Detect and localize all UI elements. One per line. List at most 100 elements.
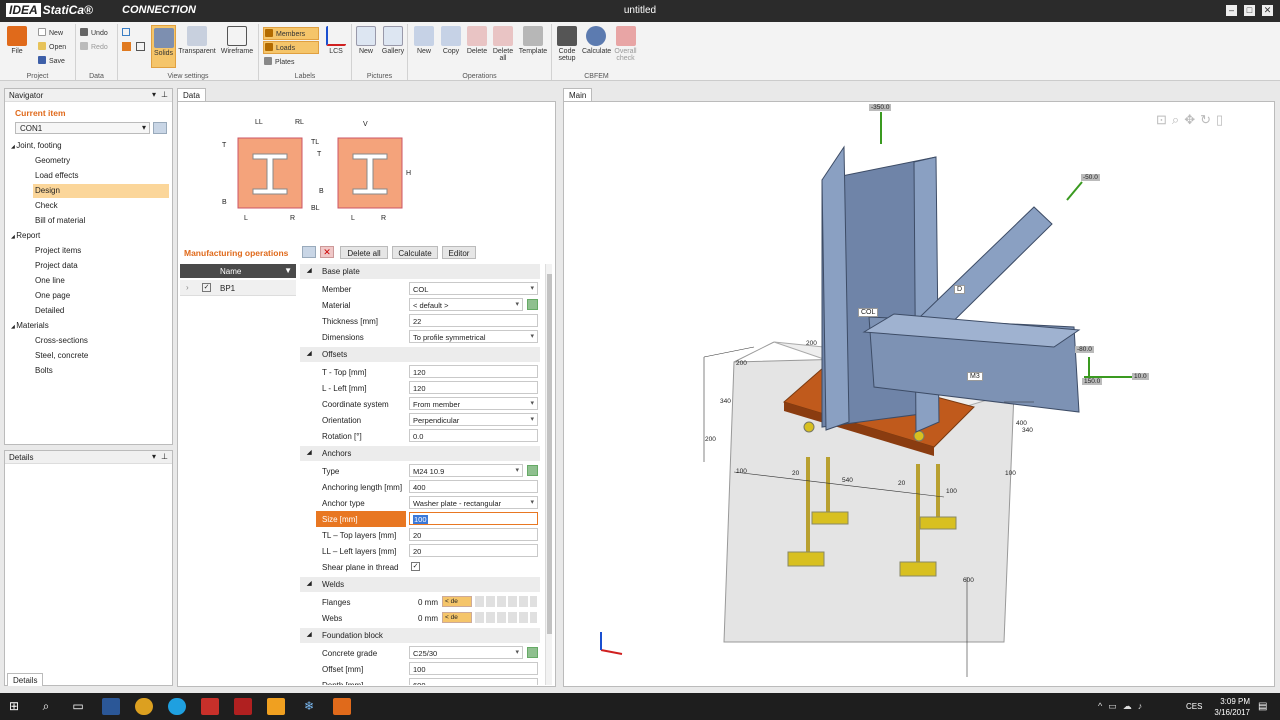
app-icon-pdf[interactable] [234, 698, 252, 715]
tab-data[interactable]: Data [177, 88, 206, 101]
wireframe-button[interactable]: Wireframe [218, 26, 256, 55]
property-value[interactable]: 600 [409, 678, 538, 685]
search-icon[interactable]: ⌕ [37, 698, 55, 715]
nav-group[interactable]: ◢ Report [11, 231, 40, 240]
gallery-button[interactable]: Gallery [380, 26, 406, 55]
new-operation-button[interactable]: New [411, 26, 437, 55]
windows-start-icon[interactable]: ⊞ [5, 698, 23, 715]
new-picture-button[interactable]: New [354, 26, 378, 55]
calculate-operations-button[interactable]: Calculate [392, 246, 438, 259]
edit-material-button[interactable] [527, 647, 538, 658]
redo-button[interactable]: Redo [80, 42, 108, 51]
sidebar-item-bolts[interactable]: Bolts [33, 364, 169, 378]
new-project-button[interactable]: New [38, 28, 63, 37]
section-welds[interactable]: ◢ Welds [300, 577, 540, 592]
sidebar-item-project-data[interactable]: Project data [33, 259, 169, 273]
undo-button[interactable]: Undo [80, 28, 108, 37]
close-button[interactable]: ✕ [1262, 5, 1273, 16]
transparent-button[interactable]: Transparent [178, 26, 216, 55]
render-icon[interactable] [122, 42, 131, 51]
editor-button[interactable]: Editor [442, 246, 476, 259]
collapse-icon[interactable]: ◢ [307, 580, 312, 587]
delete-all-operations-button[interactable]: Delete all [340, 246, 388, 259]
filter-icon[interactable]: ▼ [284, 266, 292, 275]
sidebar-item-cross-sections[interactable]: Cross-sections [33, 334, 169, 348]
property-value[interactable]: 20 [409, 544, 538, 557]
property-value[interactable]: 120 [409, 381, 538, 394]
section-base-plate[interactable]: ◢ Base plate [300, 264, 540, 279]
scrollbar-thumb[interactable] [547, 274, 552, 634]
language-indicator[interactable]: CES [1186, 702, 1202, 711]
tray-icons[interactable]: ^▭☁♪ [1098, 701, 1148, 712]
open-button[interactable]: Open [38, 42, 66, 51]
property-value[interactable]: 120 [409, 365, 538, 378]
chevron-down-icon[interactable]: ▾ [152, 90, 156, 99]
section-foundation[interactable]: ◢ Foundation block [300, 628, 540, 643]
code-setup-button[interactable]: Code setup [554, 26, 580, 62]
idea-statica-icon[interactable] [333, 698, 351, 715]
weld-options-icon[interactable] [475, 596, 537, 607]
table-row[interactable]: › ✓ BP1 [180, 280, 296, 296]
property-value[interactable]: 100 [409, 512, 538, 525]
sidebar-item-steel-concrete[interactable]: Steel, concrete [33, 349, 169, 363]
copy-operation-button[interactable]: Copy [438, 26, 464, 55]
member-label-m3[interactable]: M3 [967, 372, 983, 381]
weld-size[interactable]: 0 mm [418, 614, 438, 623]
calculate-button[interactable]: Calculate [582, 26, 611, 55]
delete-operation-button[interactable]: Delete [464, 26, 490, 55]
app-icon-snowflake[interactable]: ❄ [300, 698, 318, 715]
chevron-down-icon[interactable]: ▾ [152, 452, 156, 461]
weld-size[interactable]: 0 mm [418, 598, 438, 607]
property-value[interactable]: To profile symmetrical [409, 330, 538, 343]
add-operation-button[interactable] [302, 246, 316, 258]
add-item-button[interactable] [153, 122, 167, 134]
task-view-icon[interactable]: ▭ [69, 698, 87, 715]
property-value[interactable]: COL [409, 282, 538, 295]
member-label-col[interactable]: COL [858, 308, 879, 317]
property-value[interactable]: Perpendicular [409, 413, 538, 426]
clock-date[interactable]: 3/16/2017 [1206, 708, 1250, 717]
box-icon[interactable] [136, 42, 145, 51]
lcs-button[interactable]: LCS [323, 26, 349, 55]
property-value[interactable]: 400 [409, 480, 538, 493]
property-value[interactable]: Washer plate - rectangular [409, 496, 538, 509]
sidebar-item-load-effects[interactable]: Load effects [33, 169, 169, 183]
loads-label-toggle[interactable]: Loads [263, 41, 319, 54]
delete-all-button[interactable]: Delete all [490, 26, 516, 62]
tab-main[interactable]: Main [563, 88, 593, 101]
plates-label-toggle[interactable]: Plates [263, 56, 295, 67]
sidebar-item-check[interactable]: Check [33, 199, 169, 213]
pin-icon[interactable]: ⊥ [161, 90, 168, 99]
collapse-icon[interactable]: ◢ [307, 631, 312, 638]
skype-icon[interactable] [168, 698, 186, 715]
sidebar-item-project-items[interactable]: Project items [33, 244, 169, 258]
current-item-select[interactable]: CON1 ▾ [15, 122, 150, 134]
maximize-button[interactable]: □ [1244, 5, 1255, 16]
overall-check-button[interactable]: Overall check [612, 26, 639, 62]
property-value[interactable]: From member [409, 397, 538, 410]
notification-icon[interactable]: ▤ [1258, 701, 1267, 712]
edit-material-button[interactable] [527, 465, 538, 476]
expand-icon[interactable]: › [186, 283, 189, 292]
property-scrollbar[interactable] [545, 264, 552, 685]
solids-button[interactable]: Solids [151, 25, 176, 68]
weld-type-select[interactable]: < de [442, 612, 472, 623]
property-value[interactable]: C25/30 [409, 646, 523, 659]
pin-icon[interactable]: ⊥ [161, 452, 168, 461]
file-button[interactable]: File [4, 26, 30, 55]
sidebar-item-one-page[interactable]: One page [33, 289, 169, 303]
property-value[interactable]: M24 10.9 [409, 464, 523, 477]
weld-type-select[interactable]: < de [442, 596, 472, 607]
property-value[interactable]: 0.0 [409, 429, 538, 442]
nav-group[interactable]: ◢ Joint, footing [11, 141, 62, 150]
name-column-header[interactable]: Name [220, 267, 241, 276]
template-button[interactable]: Template [516, 26, 550, 55]
shear-plane-checkbox[interactable]: ✓ [411, 562, 420, 571]
edit-material-button[interactable] [527, 299, 538, 310]
axes-icon[interactable] [122, 28, 130, 36]
property-value[interactable]: < default > [409, 298, 523, 311]
weld-options-icon[interactable] [475, 612, 537, 623]
sidebar-item-detailed[interactable]: Detailed [33, 304, 169, 318]
section-anchors[interactable]: ◢ Anchors [300, 446, 540, 461]
property-value[interactable]: 20 [409, 528, 538, 541]
